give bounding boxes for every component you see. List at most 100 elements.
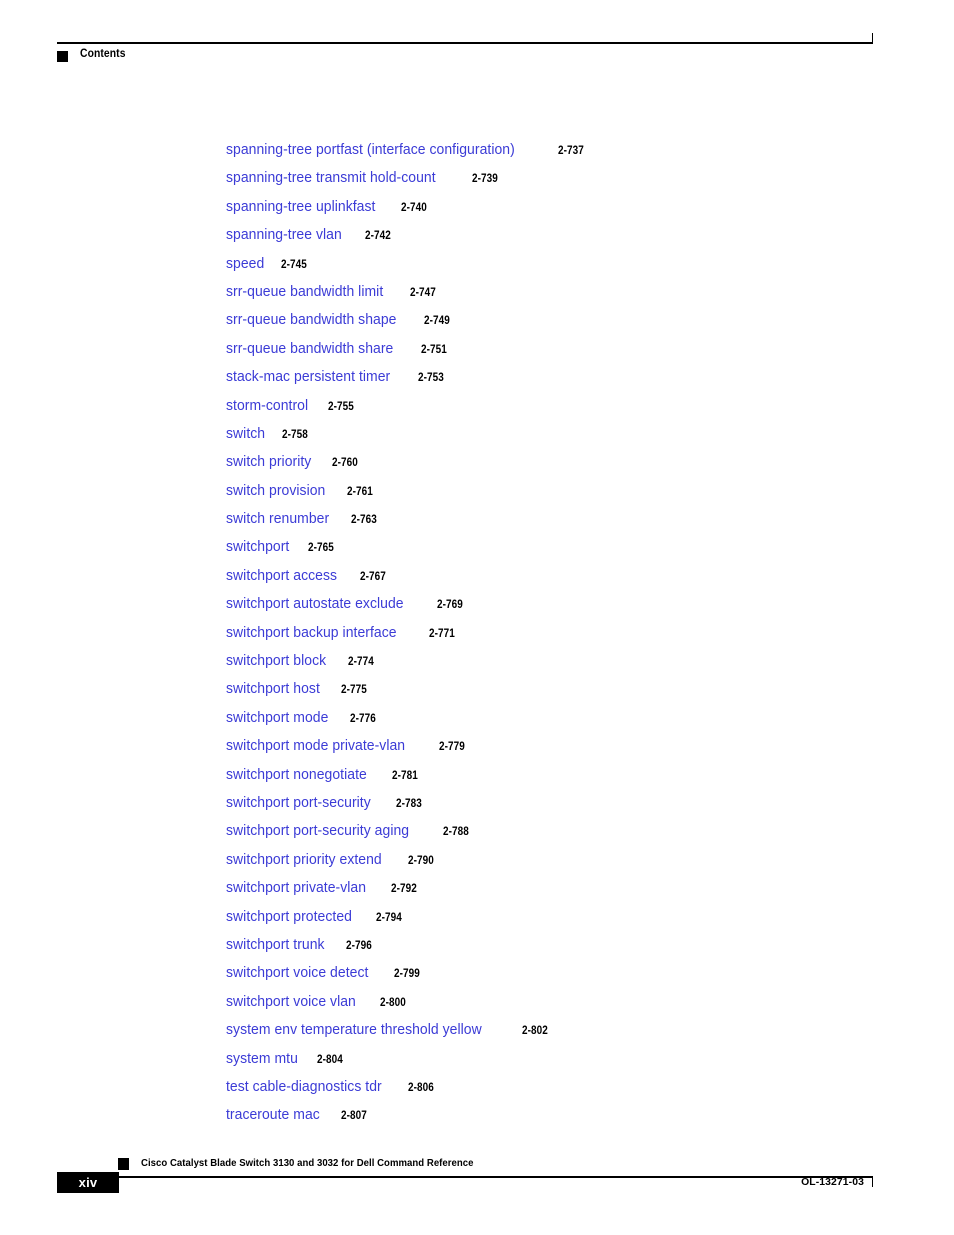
- toc-entry-page-number[interactable]: 2-760: [332, 449, 358, 477]
- toc-entry-label[interactable]: srr-queue bandwidth shape: [226, 306, 396, 334]
- toc-entry[interactable]: srr-queue bandwidth limit 2-747: [226, 278, 926, 306]
- toc-entry-label[interactable]: switch: [226, 420, 265, 448]
- toc-entry-page-number[interactable]: 2-794: [376, 904, 402, 932]
- toc-entry[interactable]: stack-mac persistent timer 2-753: [226, 363, 926, 391]
- toc-entry-label[interactable]: switchport priority extend: [226, 846, 382, 874]
- toc-entry[interactable]: switchport block 2-774: [226, 647, 926, 675]
- toc-entry-label[interactable]: storm-control: [226, 392, 308, 420]
- toc-entry-label[interactable]: switchport port-security aging: [226, 817, 409, 845]
- toc-entry[interactable]: switchport mode 2-776: [226, 704, 926, 732]
- toc-entry-label[interactable]: switch priority: [226, 448, 311, 476]
- toc-entry[interactable]: switchport port-security 2-783: [226, 789, 926, 817]
- toc-entry-page-number[interactable]: 2-745: [281, 251, 307, 279]
- toc-entry[interactable]: switchport voice detect 2-799: [226, 959, 926, 987]
- toc-entry-page-number[interactable]: 2-771: [429, 620, 455, 648]
- toc-entry[interactable]: srr-queue bandwidth share 2-751: [226, 335, 926, 363]
- toc-entry[interactable]: switch priority 2-760: [226, 448, 926, 476]
- toc-entry-label[interactable]: switchport: [226, 533, 289, 561]
- toc-entry-page-number[interactable]: 2-769: [437, 591, 463, 619]
- toc-entry-page-number[interactable]: 2-753: [418, 364, 444, 392]
- toc-entry[interactable]: switchport private-vlan 2-792: [226, 874, 926, 902]
- toc-entry-page-number[interactable]: 2-779: [439, 733, 465, 761]
- toc-entry[interactable]: switchport priority extend 2-790: [226, 846, 926, 874]
- toc-entry-label[interactable]: system env temperature threshold yellow: [226, 1016, 482, 1044]
- toc-entry-page-number[interactable]: 2-802: [522, 1017, 548, 1045]
- toc-entry-label[interactable]: speed: [226, 250, 264, 278]
- toc-entry-page-number[interactable]: 2-783: [396, 790, 422, 818]
- toc-entry[interactable]: switchport nonegotiate 2-781: [226, 761, 926, 789]
- toc-entry-label[interactable]: switchport mode private-vlan: [226, 732, 405, 760]
- toc-entry-label[interactable]: switchport nonegotiate: [226, 761, 367, 789]
- toc-entry-page-number[interactable]: 2-742: [365, 222, 391, 250]
- toc-entry-label[interactable]: switchport private-vlan: [226, 874, 366, 902]
- toc-entry[interactable]: switch provision 2-761: [226, 477, 926, 505]
- toc-entry[interactable]: switchport port-security aging 2-788: [226, 817, 926, 845]
- toc-entry-page-number[interactable]: 2-796: [346, 932, 372, 960]
- toc-entry[interactable]: switchport voice vlan 2-800: [226, 988, 926, 1016]
- toc-entry[interactable]: switchport trunk 2-796: [226, 931, 926, 959]
- toc-entry-label[interactable]: spanning-tree vlan: [226, 221, 342, 249]
- toc-entry-label[interactable]: stack-mac persistent timer: [226, 363, 390, 391]
- toc-entry-label[interactable]: switchport protected: [226, 903, 352, 931]
- toc-entry[interactable]: test cable-diagnostics tdr 2-806: [226, 1073, 926, 1101]
- toc-entry-page-number[interactable]: 2-807: [341, 1102, 367, 1130]
- toc-entry-page-number[interactable]: 2-790: [408, 847, 434, 875]
- toc-entry-page-number[interactable]: 2-806: [408, 1074, 434, 1102]
- toc-entry-label[interactable]: system mtu: [226, 1045, 298, 1073]
- toc-entry-page-number[interactable]: 2-740: [401, 194, 427, 222]
- toc-entry[interactable]: switchport protected 2-794: [226, 903, 926, 931]
- toc-entry[interactable]: switch 2-758: [226, 420, 926, 448]
- toc-entry-label[interactable]: switchport trunk: [226, 931, 325, 959]
- toc-entry-page-number[interactable]: 2-758: [282, 421, 308, 449]
- toc-entry[interactable]: speed 2-745: [226, 250, 926, 278]
- toc-entry-page-number[interactable]: 2-799: [394, 960, 420, 988]
- toc-entry-page-number[interactable]: 2-792: [391, 875, 417, 903]
- toc-entry-page-number[interactable]: 2-749: [424, 307, 450, 335]
- toc-entry-label[interactable]: switch provision: [226, 477, 325, 505]
- toc-entry-label[interactable]: traceroute mac: [226, 1101, 320, 1129]
- toc-entry-label[interactable]: srr-queue bandwidth share: [226, 335, 393, 363]
- toc-entry-page-number[interactable]: 2-737: [558, 137, 584, 165]
- toc-entry-label[interactable]: switch renumber: [226, 505, 329, 533]
- toc-entry-page-number[interactable]: 2-751: [421, 336, 447, 364]
- toc-entry[interactable]: srr-queue bandwidth shape 2-749: [226, 306, 926, 334]
- toc-entry-label[interactable]: spanning-tree uplinkfast: [226, 193, 375, 221]
- toc-entry[interactable]: switch renumber 2-763: [226, 505, 926, 533]
- toc-entry-label[interactable]: test cable-diagnostics tdr: [226, 1073, 382, 1101]
- toc-entry-page-number[interactable]: 2-781: [392, 762, 418, 790]
- toc-entry[interactable]: system mtu 2-804: [226, 1045, 926, 1073]
- toc-entry-page-number[interactable]: 2-747: [410, 279, 436, 307]
- toc-entry-page-number[interactable]: 2-739: [472, 165, 498, 193]
- toc-entry-label[interactable]: switchport port-security: [226, 789, 371, 817]
- toc-entry[interactable]: switchport backup interface 2-771: [226, 619, 926, 647]
- toc-entry[interactable]: spanning-tree vlan 2-742: [226, 221, 926, 249]
- toc-entry[interactable]: switchport access 2-767: [226, 562, 926, 590]
- toc-entry-label[interactable]: switchport mode: [226, 704, 328, 732]
- toc-entry-label[interactable]: switchport access: [226, 562, 337, 590]
- toc-entry[interactable]: switchport 2-765: [226, 533, 926, 561]
- toc-entry-page-number[interactable]: 2-765: [308, 534, 334, 562]
- toc-entry-page-number[interactable]: 2-788: [443, 818, 469, 846]
- toc-entry-label[interactable]: spanning-tree portfast (interface config…: [226, 136, 515, 164]
- toc-entry[interactable]: switchport autostate exclude 2-769: [226, 590, 926, 618]
- toc-entry[interactable]: system env temperature threshold yellow 2…: [226, 1016, 926, 1044]
- toc-entry[interactable]: switchport mode private-vlan 2-779: [226, 732, 926, 760]
- toc-entry[interactable]: storm-control 2-755: [226, 392, 926, 420]
- toc-entry[interactable]: traceroute mac 2-807: [226, 1101, 926, 1129]
- toc-entry-page-number[interactable]: 2-767: [360, 563, 386, 591]
- toc-entry-page-number[interactable]: 2-755: [328, 393, 354, 421]
- toc-entry-page-number[interactable]: 2-763: [351, 506, 377, 534]
- toc-entry-label[interactable]: switchport autostate exclude: [226, 590, 404, 618]
- toc-entry-page-number[interactable]: 2-800: [380, 989, 406, 1017]
- toc-entry-label[interactable]: switchport host: [226, 675, 320, 703]
- toc-entry-page-number[interactable]: 2-775: [341, 676, 367, 704]
- toc-entry-page-number[interactable]: 2-804: [317, 1046, 343, 1074]
- toc-entry[interactable]: spanning-tree uplinkfast 2-740: [226, 193, 926, 221]
- toc-entry-label[interactable]: switchport block: [226, 647, 326, 675]
- toc-entry[interactable]: spanning-tree transmit hold-count 2-739: [226, 164, 926, 192]
- toc-entry[interactable]: spanning-tree portfast (interface config…: [226, 136, 926, 164]
- toc-entry-label[interactable]: spanning-tree transmit hold-count: [226, 164, 436, 192]
- toc-entry-page-number[interactable]: 2-776: [350, 705, 376, 733]
- toc-entry-label[interactable]: srr-queue bandwidth limit: [226, 278, 383, 306]
- toc-entry-page-number[interactable]: 2-774: [348, 648, 374, 676]
